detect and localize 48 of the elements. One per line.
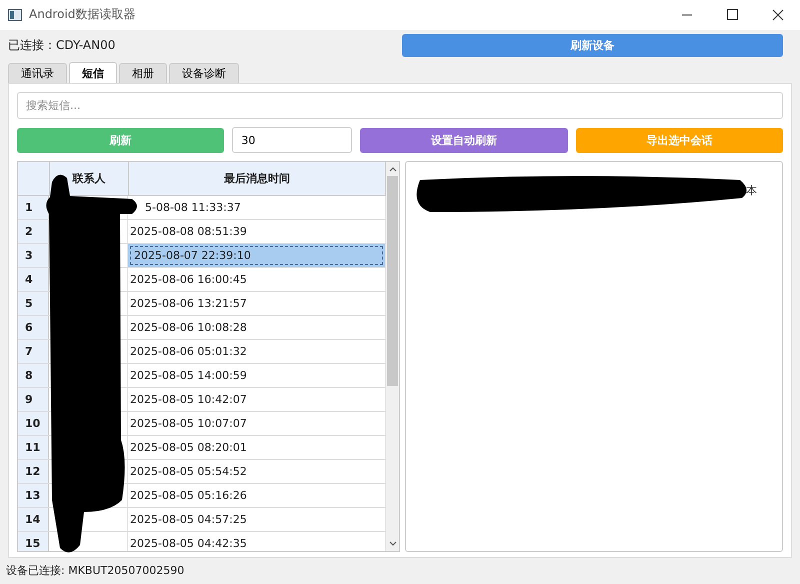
message-text: 本 [746, 183, 757, 198]
status-text: 设备已连接: MKBUT20507002590 [6, 562, 184, 578]
row-number: 8 [18, 364, 49, 388]
scroll-down-icon[interactable] [388, 541, 396, 548]
scrollbar[interactable] [386, 162, 399, 552]
table-cell[interactable]: 2025-08-05 05:54:52 [128, 465, 247, 478]
table-cell[interactable]: 2025-08-05 04:42:35 [128, 537, 247, 550]
scroll-up-icon[interactable] [388, 166, 396, 172]
table-cell[interactable]: 2025-08-08 08:51:39 [128, 225, 247, 238]
row-number: 11 [18, 436, 49, 460]
row-number: 6 [18, 316, 49, 340]
tab[interactable]: 相册 [119, 62, 167, 84]
table-cell[interactable]: 2025-08-05 14:00:59 [128, 369, 247, 382]
row-number: 2 [18, 220, 49, 244]
row-number: 1 [18, 196, 49, 220]
table-cell[interactable]: 2025-08-06 10:08:28 [128, 321, 247, 334]
row-number: 14 [18, 508, 49, 532]
connection-label: 已连接：CDY-AN00 [8, 36, 116, 54]
app-icon [8, 8, 22, 21]
table-cell[interactable]: 2025-08-06 16:00:45 [128, 273, 247, 286]
table-cell[interactable]: 2025-08-07 22:39:10 [130, 246, 383, 266]
row-number: 10 [18, 412, 49, 436]
table-cell[interactable]: 2025-08-05 10:42:07 [128, 393, 247, 406]
table-cell[interactable]: 2025-08-05 05:16:26 [128, 489, 247, 502]
search-field[interactable]: 搜索短信... [17, 92, 783, 120]
row-number: 12 [18, 460, 49, 484]
row-number: 7 [18, 340, 49, 364]
maximize-icon[interactable] [727, 9, 738, 20]
row-number: 13 [18, 484, 49, 508]
row-number: 4 [18, 268, 49, 292]
interval-field[interactable]: 30 [232, 127, 352, 154]
tab[interactable]: 设备诊断 [169, 62, 239, 84]
table-cell[interactable]: 2025-08-06 05:01:32 [128, 345, 247, 358]
auto-refresh-button[interactable]: 设置自动刷新 [360, 128, 568, 153]
window-title: Android数据读取器 [29, 6, 136, 24]
row-number: 9 [18, 388, 49, 412]
row-number: 5 [18, 292, 49, 316]
scroll-thumb[interactable] [387, 176, 398, 386]
tab[interactable]: 通讯录 [8, 62, 67, 84]
table-cell[interactable]: 2025-08-05 08:20:01 [128, 441, 247, 454]
tab[interactable]: 短信 [69, 62, 117, 84]
table-cell[interactable]: 5-08-08 11:33:37 [145, 201, 241, 214]
table-cell[interactable]: 2025-08-05 10:07:07 [128, 417, 247, 430]
table-cell[interactable]: 2025-08-06 13:21:57 [128, 297, 247, 310]
close-icon[interactable] [772, 8, 784, 21]
row-number: 3 [18, 244, 49, 268]
table-cell[interactable]: 2025-08-05 04:57:25 [128, 513, 247, 526]
row-number: 15 [18, 532, 49, 552]
